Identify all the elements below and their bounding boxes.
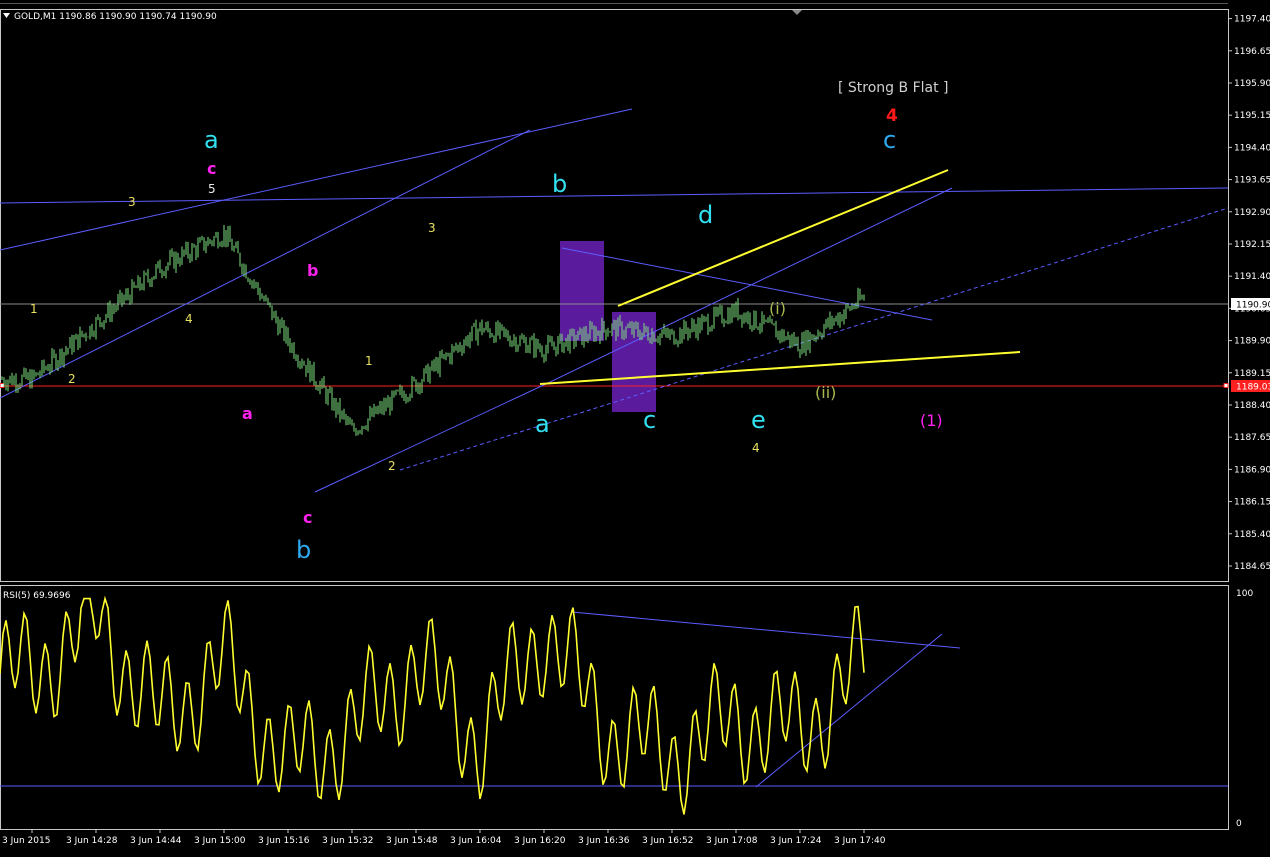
trendline-upper-fan[interactable]: [0, 108, 633, 251]
time-tick-label: 3 Jun 14:44: [130, 836, 182, 846]
label-wave-1-left: 1: [30, 302, 38, 316]
price-tick-label: 1192.15: [1234, 240, 1270, 250]
price-tick-label: 1195.90: [1234, 79, 1270, 89]
label-wave-4-low: 4: [752, 441, 760, 455]
time-tick-label: 3 Jun 14:28: [66, 836, 118, 846]
label-wave-4-red: 4: [886, 106, 898, 126]
time-tick-label: 3 Jun 15:48: [386, 836, 438, 846]
price-tick-label: 1189.15: [1234, 369, 1270, 379]
time-tick-label: 3 Jun 17:40: [834, 836, 886, 846]
highlight-box-b: [560, 241, 604, 341]
price-tick-label: 1189.90: [1234, 337, 1270, 347]
price-tick-label: 1195.15: [1234, 111, 1270, 121]
label-wave-1-mid: 1: [365, 354, 373, 368]
label-wave-4-left: 4: [185, 312, 193, 326]
price-tick-label: 1197.40: [1234, 15, 1270, 25]
time-tick-label: 3 Jun 16:20: [514, 836, 566, 846]
time-tick-label: 3 Jun 15:16: [258, 836, 310, 846]
rsi-axis-max: 100: [1236, 589, 1253, 599]
rsi-trendline-lower[interactable]: [755, 633, 943, 788]
wave-labels: [ Strong B Flat ] 4 c a c 5 3 1 2 4 b a …: [30, 80, 949, 564]
label-wave-a-top-left: a: [204, 126, 219, 154]
price-tick-label: 1196.65: [1234, 47, 1270, 57]
label-wave-a-magenta: a: [242, 404, 253, 423]
price-axis: 1197.40 1196.65 1195.90 1195.15 1194.40 1193.…: [1228, 15, 1270, 572]
price-panel-frame: [0, 9, 1229, 582]
price-tick-label: 1193.65: [1234, 176, 1270, 186]
label-wave-ii-olive: (ii): [815, 383, 836, 402]
support-level-tag-text: 1189.03: [1236, 383, 1270, 393]
rsi-label: RSI(5) 69.9696: [3, 591, 71, 601]
trendline-horizontal-resistance[interactable]: [0, 187, 1229, 204]
label-wave-2-mid: 2: [388, 459, 396, 473]
label-wave-b-magenta: b: [307, 261, 318, 280]
trendline-b-wave-top[interactable]: [561, 247, 933, 321]
price-tick-label: 1185.40: [1234, 530, 1270, 540]
label-wave-3-mid: 3: [428, 221, 436, 235]
time-tick-label: 3 Jun 17:08: [706, 836, 758, 846]
time-axis: 3 Jun 2015 3 Jun 14:28 3 Jun 14:44 3 Jun 15…: [2, 829, 886, 846]
current-price-tag-text: 1190.90: [1236, 301, 1270, 311]
time-tick-label: 3 Jun 16:04: [450, 836, 502, 846]
triangle-upper-line[interactable]: [617, 169, 949, 307]
price-tick-label: 1192.90: [1234, 208, 1270, 218]
price-tick-label: 1186.15: [1234, 498, 1270, 508]
label-wave-b-cyan: b: [552, 170, 567, 198]
chart-header-label: GOLD,M1 1190.86 1190.90 1190.74 1190.90: [14, 12, 217, 22]
price-tick-label: 1186.90: [1234, 465, 1270, 475]
time-tick-label: 3 Jun 15:32: [322, 836, 373, 846]
triangle-down-icon[interactable]: [3, 13, 10, 18]
time-tick-label: 3 Jun 2015: [2, 836, 50, 846]
trendline-channel-upper[interactable]: [547, 187, 953, 384]
label-wave-c-top-right: c: [883, 126, 896, 154]
label-wave-d-cyan: d: [698, 201, 713, 229]
label-wave-3-left: 3: [128, 195, 136, 209]
label-wave-e-cyan: e: [751, 406, 766, 434]
label-wave-a-cyan: a: [535, 410, 550, 438]
rsi-line: [0, 595, 865, 815]
label-wave-b-blue-low: b: [296, 536, 311, 564]
time-tick-label: 3 Jun 16:52: [642, 836, 693, 846]
label-wave-i-olive: (i): [769, 299, 786, 318]
trendlines[interactable]: [0, 108, 1229, 493]
chart-svg[interactable]: 1197.40 1196.65 1195.90 1195.15 1194.40 1193.…: [0, 0, 1270, 853]
rsi-trendline-upper[interactable]: [571, 611, 961, 649]
label-wave-c-magenta-top: c: [207, 159, 216, 178]
support-line-anchor-left[interactable]: [0, 383, 5, 388]
rsi-axis-min: 0: [1236, 819, 1242, 829]
scroll-marker-icon[interactable]: [792, 10, 802, 15]
time-tick-label: 3 Jun 15:00: [194, 836, 246, 846]
label-strong-b-flat: [ Strong B Flat ]: [838, 80, 949, 96]
price-tick-label: 1184.65: [1234, 562, 1270, 572]
price-tick-label: 1187.65: [1234, 433, 1270, 443]
time-tick-label: 3 Jun 17:24: [770, 836, 822, 846]
support-line-anchor-right[interactable]: [1223, 383, 1229, 388]
time-tick-label: 3 Jun 16:36: [578, 836, 630, 846]
trendline-channel-lower[interactable]: [314, 382, 549, 493]
label-wave-5-top: 5: [208, 182, 216, 196]
price-tick-label: 1194.40: [1234, 143, 1270, 153]
price-tick-label: 1191.40: [1234, 272, 1270, 282]
price-tick-label: 1188.40: [1234, 401, 1270, 411]
chart-window[interactable]: 1197.40 1196.65 1195.90 1195.15 1194.40 1193.…: [0, 0, 1270, 853]
label-wave-2-left: 2: [68, 372, 76, 386]
label-wave-c-magenta-low: c: [303, 508, 312, 527]
price-candles: [1, 225, 865, 436]
rsi-panel-frame: [0, 585, 1229, 830]
label-wave-c-cyan: c: [643, 406, 656, 434]
label-wave-1-magenta: (1): [920, 411, 943, 430]
